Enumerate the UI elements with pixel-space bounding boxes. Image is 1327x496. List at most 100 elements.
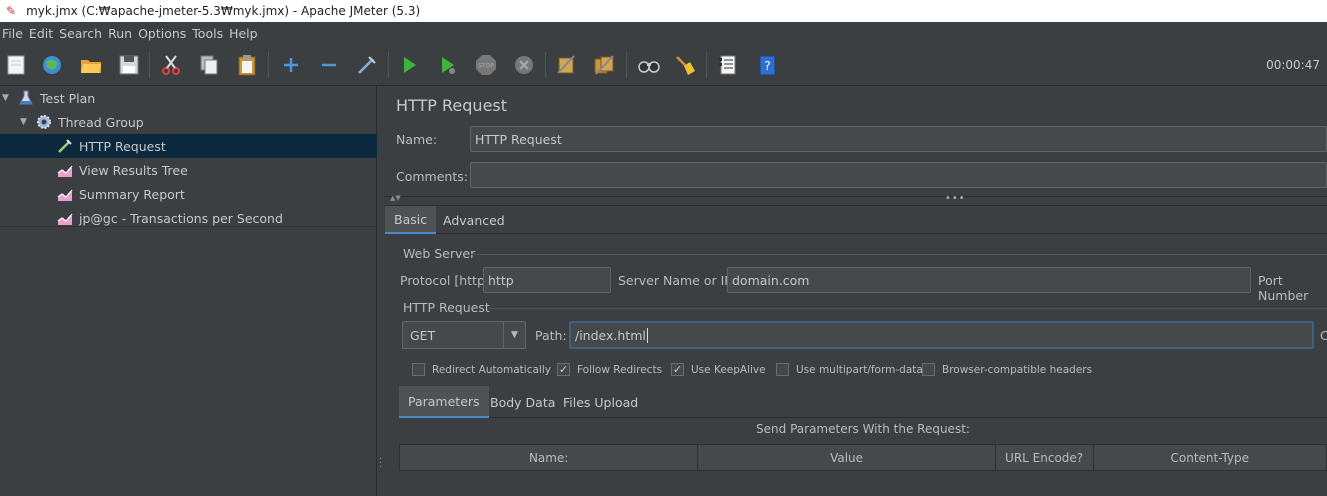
checkbox-box[interactable] bbox=[776, 363, 789, 376]
window-title-bar: ✎ myk.jmx (C:₩apache-jmeter-5.3₩myk.jmx)… bbox=[0, 0, 1327, 22]
tree-divider bbox=[0, 226, 377, 227]
checkbox-label: Redirect Automatically bbox=[432, 363, 551, 376]
chevron-down-icon[interactable]: ▼ bbox=[503, 322, 525, 348]
new-icon[interactable] bbox=[4, 53, 28, 77]
method-select[interactable]: GET ▼ bbox=[402, 321, 526, 349]
collapse-divider[interactable]: ▲▼ ••• bbox=[385, 193, 1327, 206]
path-field[interactable]: /index.html bbox=[569, 321, 1314, 349]
method-value: GET bbox=[410, 327, 436, 343]
name-label: Name: bbox=[396, 132, 438, 147]
redirect-automatically-checkbox[interactable]: Redirect Automatically bbox=[412, 363, 551, 376]
menu-bar: File Edit Search Run Options Tools Help bbox=[0, 22, 1327, 44]
checkbox-label: Use KeepAlive bbox=[691, 363, 766, 376]
collapse-arrows-icon[interactable]: ▲▼ bbox=[390, 194, 401, 202]
save-icon[interactable] bbox=[117, 53, 141, 77]
tree-item-test-plan[interactable]: ▼ Test Plan bbox=[0, 86, 377, 110]
menu-help[interactable]: Help bbox=[229, 26, 258, 41]
jmeter-feather-icon: ✎ bbox=[6, 4, 17, 18]
toggle-icon[interactable] bbox=[355, 53, 379, 77]
comments-label: Comments: bbox=[396, 169, 468, 184]
checkbox-label: Browser-compatible headers bbox=[942, 363, 1093, 376]
drag-handle-icon[interactable]: ••• bbox=[945, 193, 966, 204]
parameters-table-caption: Send Parameters With the Request: bbox=[756, 422, 970, 436]
gear-icon bbox=[37, 115, 51, 129]
clear-all-icon[interactable] bbox=[592, 53, 616, 77]
expand-icon[interactable] bbox=[279, 53, 303, 77]
group-divider bbox=[489, 308, 1327, 309]
menu-file[interactable]: File bbox=[2, 26, 23, 41]
menu-options[interactable]: Options bbox=[138, 26, 186, 41]
checkbox-box[interactable] bbox=[412, 363, 425, 376]
use-keepalive-checkbox[interactable]: ✓ Use KeepAlive bbox=[671, 363, 766, 376]
browser-compatible-headers-checkbox[interactable]: Browser-compatible headers bbox=[922, 363, 1092, 376]
tree-item-label: jp@gc - Transactions per Second bbox=[79, 210, 283, 226]
checkmark-icon[interactable]: ✓ bbox=[671, 363, 684, 376]
expand-arrow-icon[interactable]: ▼ bbox=[2, 93, 12, 103]
menu-edit[interactable]: Edit bbox=[29, 26, 53, 41]
checkbox-box[interactable] bbox=[922, 363, 935, 376]
web-server-group-title: Web Server bbox=[403, 246, 476, 261]
collapse-icon[interactable] bbox=[317, 53, 341, 77]
column-header-value[interactable]: Value bbox=[698, 445, 996, 470]
checkbox-label: Follow Redirects bbox=[577, 363, 663, 376]
chart-icon bbox=[57, 213, 73, 225]
menu-tools[interactable]: Tools bbox=[192, 26, 223, 41]
column-header-content-type[interactable]: Content-Type bbox=[1094, 445, 1327, 470]
chart-icon bbox=[57, 189, 73, 201]
port-number-label: Port Number bbox=[1258, 273, 1309, 303]
comments-field[interactable] bbox=[470, 162, 1327, 188]
path-label: Path: bbox=[535, 328, 567, 343]
tree-item-summary-report[interactable]: Summary Report bbox=[0, 182, 377, 206]
server-name-field[interactable]: domain.com bbox=[727, 267, 1251, 293]
copy-icon[interactable] bbox=[197, 53, 221, 77]
tree-item-thread-group[interactable]: ▼ Thread Group bbox=[0, 110, 377, 134]
split-pane-divider[interactable]: · · · bbox=[377, 86, 385, 496]
start-no-pause-icon[interactable] bbox=[435, 53, 459, 77]
shutdown-icon[interactable] bbox=[512, 53, 536, 77]
start-icon[interactable] bbox=[397, 53, 421, 77]
column-header-url-encode[interactable]: URL Encode? bbox=[996, 445, 1094, 470]
templates-icon[interactable] bbox=[40, 53, 64, 77]
elapsed-timer: 00:00:47 bbox=[1266, 58, 1320, 72]
pipette-icon bbox=[58, 139, 72, 153]
clear-icon[interactable] bbox=[554, 53, 578, 77]
tree-item-label: View Results Tree bbox=[79, 162, 188, 178]
protocol-field[interactable]: http bbox=[483, 267, 611, 293]
checkbox-label: Use multipart/form-data bbox=[796, 363, 923, 376]
menu-run[interactable]: Run bbox=[108, 26, 132, 41]
tab-advanced[interactable]: Advanced bbox=[434, 206, 514, 234]
chart-icon bbox=[57, 165, 73, 177]
follow-redirects-checkbox[interactable]: ✓ Follow Redirects bbox=[557, 363, 662, 376]
search-icon[interactable] bbox=[637, 53, 661, 77]
stop-icon[interactable]: STOP bbox=[474, 53, 498, 77]
checkmark-icon[interactable]: ✓ bbox=[557, 363, 570, 376]
tree-item-label: Thread Group bbox=[58, 114, 144, 130]
function-helper-icon[interactable] bbox=[716, 53, 740, 77]
open-icon[interactable] bbox=[79, 53, 103, 77]
tree-item-label: Test Plan bbox=[40, 90, 96, 106]
grip-icon[interactable]: · · · bbox=[379, 455, 382, 473]
help-icon[interactable]: ? bbox=[755, 53, 779, 77]
reset-search-icon[interactable] bbox=[673, 53, 697, 77]
expand-arrow-icon[interactable]: ▼ bbox=[20, 117, 30, 127]
use-multipart-checkbox[interactable]: Use multipart/form-data bbox=[776, 363, 923, 376]
tree-item-label: Summary Report bbox=[79, 186, 185, 202]
request-body-tabs: Parameters Body Data Files Upload bbox=[399, 386, 1327, 418]
column-header-name[interactable]: Name: bbox=[400, 445, 699, 470]
paste-icon[interactable] bbox=[235, 53, 259, 77]
name-field[interactable]: HTTP Request bbox=[470, 126, 1327, 152]
tree-item-view-results-tree[interactable]: View Results Tree bbox=[0, 158, 377, 182]
tree-item-http-request[interactable]: HTTP Request bbox=[0, 134, 377, 158]
svg-text:?: ? bbox=[764, 59, 770, 73]
cut-icon[interactable] bbox=[159, 53, 183, 77]
tab-body-data[interactable]: Body Data bbox=[481, 386, 564, 418]
menu-search[interactable]: Search bbox=[59, 26, 102, 41]
tab-basic[interactable]: Basic bbox=[385, 206, 437, 234]
tab-files-upload[interactable]: Files Upload bbox=[554, 386, 647, 418]
path-value: /index.html bbox=[575, 327, 646, 343]
page-title: HTTP Request bbox=[396, 96, 508, 115]
text-cursor bbox=[646, 327, 648, 343]
tab-parameters[interactable]: Parameters bbox=[399, 386, 489, 418]
http-request-panel: HTTP Request Name: HTTP Request Comments… bbox=[385, 86, 1327, 496]
toolbar: STOP ? 00:00:47 bbox=[0, 44, 1327, 86]
